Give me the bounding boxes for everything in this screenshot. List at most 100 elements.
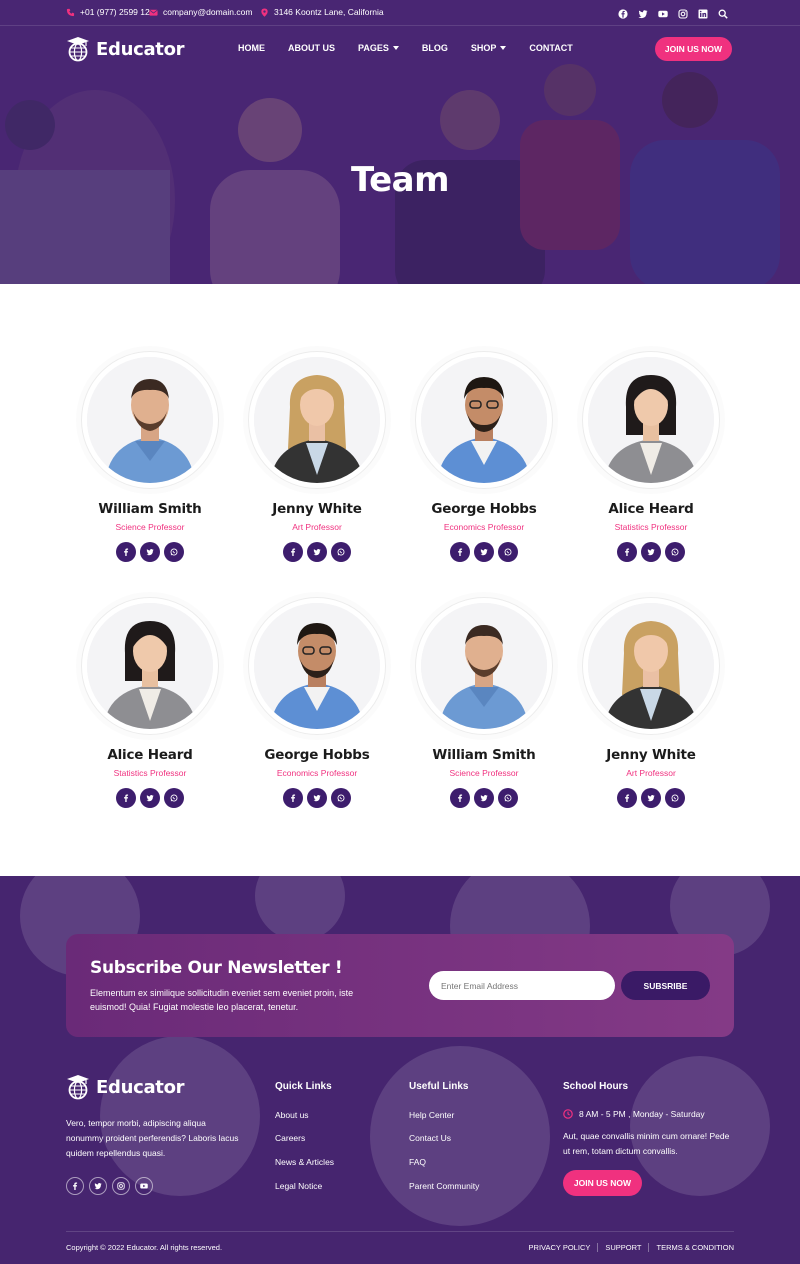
twitter-icon[interactable] xyxy=(474,542,494,562)
page-title: Team xyxy=(350,160,450,200)
member-photo[interactable] xyxy=(588,603,714,729)
newsletter-box: Subscribe Our Newsletter ! Elementum ex … xyxy=(66,934,734,1037)
twitter-icon[interactable] xyxy=(474,788,494,808)
whatsapp-icon[interactable] xyxy=(331,788,351,808)
team-member-card: George Hobbs Economics Professor xyxy=(237,597,397,808)
nav-shop[interactable]: SHOP xyxy=(471,43,507,53)
member-photo-frame xyxy=(582,597,720,735)
member-name[interactable]: Alice Heard xyxy=(70,747,230,763)
member-name[interactable]: William Smith xyxy=(404,747,564,763)
youtube-icon[interactable] xyxy=(658,6,668,18)
footer-link-careers[interactable]: Careers xyxy=(275,1133,305,1143)
member-photo[interactable] xyxy=(254,603,380,729)
nav-contact[interactable]: CONTACT xyxy=(529,43,572,53)
twitter-icon[interactable] xyxy=(641,542,661,562)
search-icon[interactable] xyxy=(718,6,728,19)
chevron-down-icon xyxy=(392,46,399,50)
footer-link-faq[interactable]: FAQ xyxy=(409,1157,426,1167)
footer-link-legal-notice[interactable]: Legal Notice xyxy=(275,1181,322,1191)
facebook-icon[interactable] xyxy=(116,788,136,808)
nav-about-us[interactable]: ABOUT US xyxy=(288,43,335,53)
twitter-icon[interactable] xyxy=(307,788,327,808)
footer-link-parent-community[interactable]: Parent Community xyxy=(409,1181,479,1191)
member-photo[interactable] xyxy=(87,357,213,483)
terms-link[interactable]: TERMS & CONDITION xyxy=(648,1243,734,1252)
facebook-icon[interactable] xyxy=(116,542,136,562)
member-name[interactable]: George Hobbs xyxy=(237,747,397,763)
footer-link-help-center[interactable]: Help Center xyxy=(409,1110,454,1120)
member-photo[interactable] xyxy=(421,603,547,729)
phone-info[interactable]: +01 (977) 2599 12 xyxy=(66,7,150,17)
member-social-links xyxy=(404,788,564,808)
whatsapp-icon[interactable] xyxy=(665,788,685,808)
member-social-links xyxy=(237,788,397,808)
member-photo[interactable] xyxy=(588,357,714,483)
youtube-icon[interactable] xyxy=(135,1177,153,1195)
footer-join-us-button[interactable]: JOIN US NOW xyxy=(563,1170,642,1196)
member-name[interactable]: Jenny White xyxy=(571,747,731,763)
facebook-icon[interactable] xyxy=(66,1177,84,1195)
site-logo[interactable]: Educator xyxy=(66,36,185,62)
whatsapp-icon[interactable] xyxy=(331,542,351,562)
school-hours-time: 8 AM - 5 PM , Monday - Saturday xyxy=(563,1109,705,1119)
instagram-icon[interactable] xyxy=(678,6,688,19)
facebook-icon[interactable] xyxy=(283,542,303,562)
graduation-globe-icon xyxy=(67,1075,89,1100)
member-name[interactable]: Alice Heard xyxy=(571,501,731,517)
footer-logo[interactable]: Educator xyxy=(66,1074,185,1100)
whatsapp-icon[interactable] xyxy=(665,542,685,562)
member-photo-frame xyxy=(415,597,553,735)
member-photo[interactable] xyxy=(421,357,547,483)
whatsapp-icon[interactable] xyxy=(498,542,518,562)
member-role: Economics Professor xyxy=(443,522,525,532)
whatsapp-icon[interactable] xyxy=(164,788,184,808)
member-name[interactable]: William Smith xyxy=(70,501,230,517)
twitter-icon[interactable] xyxy=(89,1177,107,1195)
subscribe-button[interactable]: SUBSRIBE xyxy=(621,971,710,1000)
footer-logo-text: Educator xyxy=(96,1076,185,1098)
facebook-icon[interactable] xyxy=(617,542,637,562)
primary-nav: HOME ABOUT US PAGES BLOG SHOP CONTACT xyxy=(238,43,596,53)
footer-link-news[interactable]: News & Articles xyxy=(275,1157,334,1167)
team-member-card: William Smith Science Professor xyxy=(404,597,564,808)
facebook-icon[interactable] xyxy=(450,542,470,562)
twitter-icon[interactable] xyxy=(638,6,648,19)
facebook-icon[interactable] xyxy=(618,6,628,19)
privacy-policy-link[interactable]: PRIVACY POLICY xyxy=(529,1243,598,1252)
member-photo-frame xyxy=(415,351,553,489)
member-photo[interactable] xyxy=(254,357,380,483)
member-photo[interactable] xyxy=(87,603,213,729)
logo-text: Educator xyxy=(96,38,185,60)
member-name[interactable]: Jenny White xyxy=(237,501,397,517)
email-text: company@domain.com xyxy=(163,7,253,17)
envelope-icon xyxy=(149,9,158,16)
facebook-icon[interactable] xyxy=(617,788,637,808)
join-us-button[interactable]: JOIN US NOW xyxy=(655,37,732,61)
support-link[interactable]: SUPPORT xyxy=(597,1243,648,1252)
twitter-icon[interactable] xyxy=(140,542,160,562)
member-name[interactable]: George Hobbs xyxy=(404,501,564,517)
linkedin-icon[interactable] xyxy=(698,6,708,19)
whatsapp-icon[interactable] xyxy=(164,542,184,562)
nav-home[interactable]: HOME xyxy=(238,43,265,53)
newsletter-email-input[interactable] xyxy=(429,971,615,1000)
graduation-globe-icon xyxy=(67,37,89,62)
nav-pages[interactable]: PAGES xyxy=(358,43,399,53)
instagram-icon[interactable] xyxy=(112,1177,130,1195)
member-social-links xyxy=(237,542,397,562)
team-member-card: Alice Heard Statistics Professor xyxy=(70,597,230,808)
footer-link-about-us[interactable]: About us xyxy=(275,1110,309,1120)
member-role: Statistics Professor xyxy=(614,522,688,532)
facebook-icon[interactable] xyxy=(450,788,470,808)
member-social-links xyxy=(571,542,731,562)
member-photo-frame xyxy=(248,597,386,735)
email-info[interactable]: company@domain.com xyxy=(149,7,252,17)
footer-link-contact-us[interactable]: Contact Us xyxy=(409,1133,451,1143)
twitter-icon[interactable] xyxy=(307,542,327,562)
twitter-icon[interactable] xyxy=(641,788,661,808)
whatsapp-icon[interactable] xyxy=(498,788,518,808)
twitter-icon[interactable] xyxy=(140,788,160,808)
facebook-icon[interactable] xyxy=(283,788,303,808)
member-role: Economics Professor xyxy=(276,768,358,778)
nav-blog[interactable]: BLOG xyxy=(422,43,448,53)
